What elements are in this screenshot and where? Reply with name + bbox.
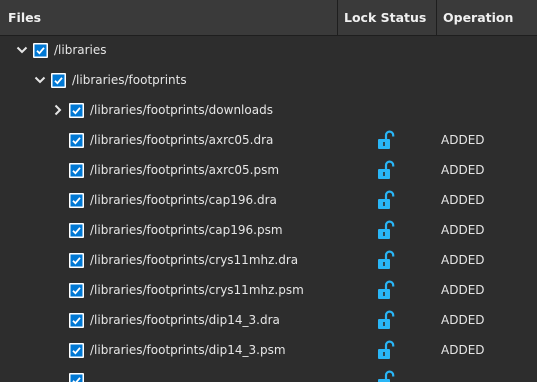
files-cell: /libraries/footprints/dip14_3.dra — [0, 306, 337, 336]
row-checkbox[interactable] — [33, 43, 48, 58]
files-cell: /libraries/footprints/cap196.psm — [0, 216, 337, 246]
tree-row[interactable]: /libraries/footprints/crys11mhz.dra ADDED — [0, 246, 537, 276]
file-path: /libraries — [54, 43, 107, 57]
row-checkbox[interactable] — [69, 343, 84, 358]
file-path: /libraries/footprints/downloads — [90, 103, 273, 117]
tree-row[interactable]: /libraries/footprints/crys11mhz.psm ADDED — [0, 276, 537, 306]
operation-text: ADDED — [441, 193, 485, 207]
row-checkbox[interactable] — [69, 223, 84, 238]
column-header: Files Lock Status Operation — [0, 0, 537, 36]
chevron-down-icon[interactable] — [34, 73, 48, 87]
unlocked-icon — [377, 130, 395, 150]
file-tree-panel: Files Lock Status Operation /libraries/l… — [0, 0, 537, 382]
row-checkbox[interactable] — [69, 103, 84, 118]
unlocked-icon — [377, 310, 395, 330]
row-checkbox[interactable] — [69, 313, 84, 328]
operation-column-header[interactable]: Operation — [436, 0, 537, 35]
chevron-right-icon[interactable] — [52, 103, 66, 117]
unlocked-icon — [377, 250, 395, 270]
unlocked-icon — [377, 160, 395, 180]
tree-row[interactable]: /libraries/footprints/cap196.dra ADDED — [0, 186, 537, 216]
tree-row[interactable]: /libraries/footprints — [0, 66, 537, 96]
file-path: /libraries/footprints/dip14_3.psm — [90, 343, 286, 357]
files-cell: /libraries/footprints/downloads — [0, 96, 337, 126]
file-tree-rows: /libraries/libraries/footprints/librarie… — [0, 36, 537, 382]
tree-row[interactable]: /libraries/footprints/dip14_3.dra ADDED — [0, 306, 537, 336]
row-checkbox[interactable] — [69, 373, 84, 382]
unlocked-icon — [377, 370, 395, 382]
file-path: /libraries/footprints/axrc05.psm — [90, 163, 280, 177]
file-path: /libraries/footprints/dip14_3.dra — [90, 313, 280, 327]
files-cell: /libraries/footprints — [0, 66, 337, 96]
unlocked-icon — [377, 340, 395, 360]
file-path: /libraries/footprints/cap196.psm — [90, 223, 283, 237]
file-path: /libraries/footprints/crys11mhz.psm — [90, 283, 304, 297]
operation-text: ADDED — [441, 223, 485, 237]
tree-row[interactable]: /libraries/footprints/downloads — [0, 96, 537, 126]
files-cell: /libraries/footprints/crys11mhz.dra — [0, 246, 337, 276]
tree-row[interactable]: /libraries/footprints/axrc05.psm ADDED — [0, 156, 537, 186]
file-path: /libraries/footprints — [72, 73, 187, 87]
unlocked-icon — [377, 190, 395, 210]
row-checkbox[interactable] — [69, 253, 84, 268]
row-checkbox[interactable] — [69, 283, 84, 298]
tree-row[interactable] — [0, 366, 537, 382]
files-cell: /libraries/footprints/axrc05.psm — [0, 156, 337, 186]
files-cell: /libraries/footprints/axrc05.dra — [0, 126, 337, 156]
files-cell: /libraries — [0, 36, 337, 66]
file-path: /libraries/footprints/crys11mhz.dra — [90, 253, 299, 267]
operation-text: ADDED — [441, 313, 485, 327]
file-path: /libraries/footprints/cap196.dra — [90, 193, 277, 207]
row-checkbox[interactable] — [69, 133, 84, 148]
file-path: /libraries/footprints/axrc05.dra — [90, 133, 274, 147]
files-column-header[interactable]: Files — [0, 0, 337, 35]
unlocked-icon — [377, 220, 395, 240]
operation-text: ADDED — [441, 283, 485, 297]
row-checkbox[interactable] — [51, 73, 66, 88]
operation-text: ADDED — [441, 253, 485, 267]
tree-row[interactable]: /libraries/footprints/cap196.psm ADDED — [0, 216, 537, 246]
operation-text: ADDED — [441, 133, 485, 147]
files-cell: /libraries/footprints/dip14_3.psm — [0, 336, 337, 366]
files-cell — [0, 366, 337, 382]
row-checkbox[interactable] — [69, 163, 84, 178]
tree-row[interactable]: /libraries/footprints/dip14_3.psm ADDED — [0, 336, 537, 366]
operation-text: ADDED — [441, 343, 485, 357]
row-checkbox[interactable] — [69, 193, 84, 208]
operation-text: ADDED — [441, 163, 485, 177]
tree-row[interactable]: /libraries/footprints/axrc05.dra ADDED — [0, 126, 537, 156]
chevron-down-icon[interactable] — [16, 43, 30, 57]
lock-status-column-header[interactable]: Lock Status — [337, 0, 436, 35]
files-cell: /libraries/footprints/cap196.dra — [0, 186, 337, 216]
unlocked-icon — [377, 280, 395, 300]
files-cell: /libraries/footprints/crys11mhz.psm — [0, 276, 337, 306]
tree-row[interactable]: /libraries — [0, 36, 537, 66]
